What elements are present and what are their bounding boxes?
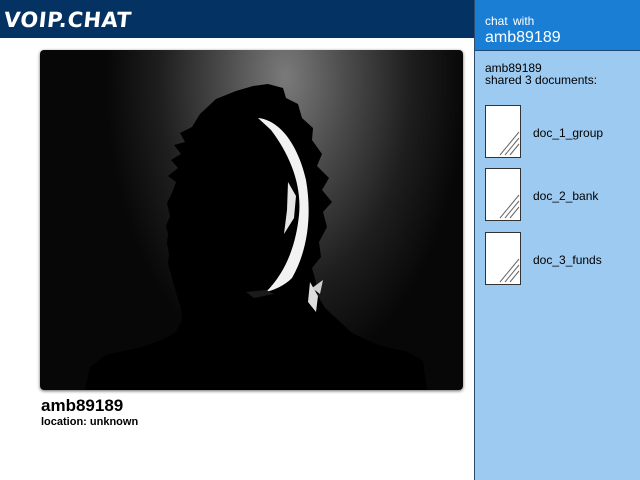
caller-name: amb89189 [41, 396, 124, 415]
chat-header: chat with amb89189 [475, 0, 640, 51]
chat-side-panel: chat with amb89189 amb89189 shared 3 doc… [474, 0, 640, 480]
video-feed [40, 50, 463, 390]
shared-documents-text: shared 3 documents: [485, 73, 598, 87]
shared-document-item[interactable]: doc_1_group [485, 105, 635, 161]
document-name[interactable]: doc_3_funds [533, 253, 602, 267]
caller-silhouette-image [85, 84, 427, 390]
chat-with-label: chat with [485, 14, 535, 28]
document-name[interactable]: doc_2_bank [533, 189, 598, 203]
document-icon[interactable] [485, 232, 521, 285]
document-name[interactable]: doc_1_group [533, 126, 603, 140]
caller-location: location: unknown [41, 416, 139, 428]
app-logo: VOIP.CHAT [2, 8, 133, 32]
document-icon[interactable] [485, 168, 521, 221]
shared-document-item[interactable]: doc_3_funds [485, 232, 635, 288]
shared-document-item[interactable]: doc_2_bank [485, 168, 635, 224]
chat-with-username: amb89189 [485, 29, 561, 46]
top-bar: VOIP.CHAT [0, 0, 474, 38]
document-icon[interactable] [485, 105, 521, 158]
